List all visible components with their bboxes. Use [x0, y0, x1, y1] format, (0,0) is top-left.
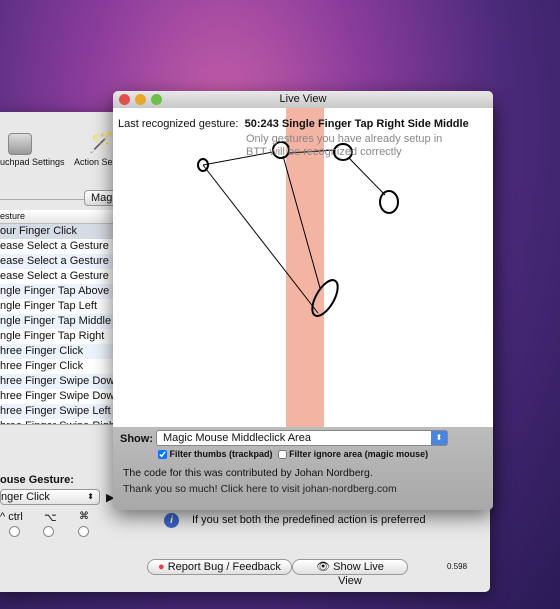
magic-wand-icon[interactable]: 🪄	[89, 130, 114, 155]
toolbar-action-settings[interactable]: Action Se	[74, 157, 113, 167]
table-row[interactable]: ease Select a Gesture	[0, 254, 114, 269]
updown-icon: ⬍	[87, 492, 94, 501]
touch-canvas: Last recognized gesture: 50:243 Single F…	[113, 108, 493, 427]
show-live-view-label: Show Live View	[333, 561, 384, 587]
updown-icon: ⬍	[431, 431, 447, 445]
hint-line-2: BTT will be recognized correctly	[246, 146, 402, 158]
filter-ignore-label: Filter ignore area (magic mouse)	[289, 449, 429, 459]
live-view-controls: Show: Magic Mouse Middleclick Area ⬍ Filt…	[113, 427, 493, 510]
table-row[interactable]: our Finger Click	[0, 224, 114, 239]
table-row[interactable]: ease Select a Gesture	[0, 269, 114, 284]
filter-thumbs-checkbox[interactable]	[158, 450, 167, 460]
zoom-button[interactable]	[151, 94, 162, 105]
gesture-label: ouse Gesture:	[0, 474, 74, 486]
ctrl-radio[interactable]	[9, 526, 20, 537]
filter-ignore-checkbox[interactable]	[277, 450, 287, 460]
last-gesture-label: Last recognized gesture:	[118, 118, 239, 130]
divider	[0, 199, 84, 200]
info-icon: i	[164, 513, 179, 528]
table-row[interactable]: hree Finger Swipe Dow	[0, 374, 114, 389]
table-row[interactable]: hree Finger Swipe Righ	[0, 419, 114, 424]
show-select[interactable]: Magic Mouse Middleclick Area ⬍	[156, 430, 448, 446]
eye-icon: 👁	[316, 561, 331, 573]
report-bug-label: Report Bug / Feedback	[167, 561, 281, 573]
minimize-button[interactable]	[135, 94, 146, 105]
column-header-gesture[interactable]: esture	[0, 210, 114, 224]
bug-icon: ●	[158, 561, 165, 573]
title-bar[interactable]: Live View	[113, 91, 493, 108]
hint-line-1: Only gestures you have already setup in	[246, 133, 443, 145]
modifier-option: ⌥	[44, 512, 57, 524]
table-row[interactable]: ngle Finger Tap Middle	[0, 314, 114, 329]
option-radio[interactable]	[43, 526, 54, 537]
close-button[interactable]	[119, 94, 130, 105]
modifier-ctrl: ^ ctrl	[0, 511, 23, 523]
credit-text: The code for this was contributed by Joh…	[123, 467, 373, 479]
toolbar-trackpad-settings[interactable]: uchpad Settings	[0, 157, 65, 167]
trackpad-icon[interactable]	[8, 133, 32, 155]
touch-line	[348, 157, 386, 196]
info-text: If you set both the predefined action is…	[192, 514, 426, 526]
command-radio[interactable]	[78, 526, 89, 537]
gesture-table: esture our Finger Click ease Select a Ges…	[0, 210, 114, 425]
gesture-popup[interactable]: nger Click ⬍	[0, 489, 100, 505]
table-row[interactable]: ease Select a Gesture	[0, 239, 114, 254]
live-view-window: Live View Last recognized gesture: 50:24…	[113, 91, 493, 510]
table-row[interactable]: ngle Finger Tap Right	[0, 329, 114, 344]
touch-point	[379, 190, 399, 214]
table-row[interactable]: ngle Finger Tap Above	[0, 284, 114, 299]
filter-thumbs-label: Filter thumbs (trackpad)	[169, 449, 273, 459]
show-live-view-button[interactable]: 👁 Show Live View	[292, 559, 408, 587]
show-label: Show:	[120, 433, 153, 445]
show-select-value: Magic Mouse Middleclick Area	[163, 432, 311, 444]
version-label: 0.598	[447, 562, 468, 571]
table-row[interactable]: hree Finger Click	[0, 344, 114, 359]
table-row[interactable]: ngle Finger Tap Left	[0, 299, 114, 314]
modifier-command: ⌘	[79, 511, 89, 522]
table-row[interactable]: hree Finger Click	[0, 359, 114, 374]
table-row[interactable]: hree Finger Swipe Dow	[0, 389, 114, 404]
report-bug-button[interactable]: ● Report Bug / Feedback	[147, 559, 292, 575]
last-gesture-value: 50:243 Single Finger Tap Right Side Midd…	[244, 118, 469, 130]
credit-link[interactable]: Thank you so much! Click here to visit j…	[123, 481, 397, 497]
gesture-popup-value: nger Click	[1, 491, 50, 503]
window-title: Live View	[279, 93, 327, 105]
table-row[interactable]: hree Finger Swipe Left	[0, 404, 114, 419]
